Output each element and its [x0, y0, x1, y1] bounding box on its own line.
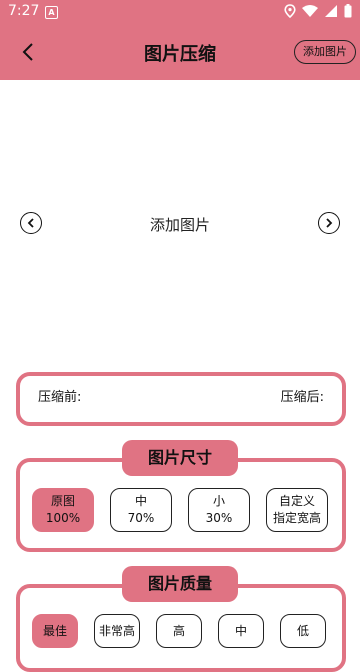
- after-size-label: 压缩后:: [280, 390, 324, 405]
- image-quality-title: 图片质量: [122, 566, 238, 602]
- quality-option-low[interactable]: 低: [280, 614, 326, 648]
- size-option-name: 中: [134, 494, 147, 508]
- status-time: 7:27: [8, 3, 40, 19]
- status-bar: 7:27 A: [0, 0, 360, 24]
- preview-placeholder-text: 添加图片: [149, 216, 210, 234]
- image-preview-area[interactable]: 添加图片: [0, 80, 360, 368]
- location-icon: [284, 4, 296, 18]
- image-size-title: 图片尺寸: [122, 440, 238, 476]
- size-option-value: 70%: [127, 511, 155, 525]
- size-option-small[interactable]: 小 30%: [188, 488, 250, 532]
- battery-icon: [344, 4, 352, 18]
- size-option-custom[interactable]: 自定义 指定宽高: [266, 488, 328, 532]
- size-option-name: 自定义: [278, 494, 315, 508]
- add-image-button[interactable]: 添加图片: [294, 40, 356, 64]
- quality-option-very-high[interactable]: 非常高: [94, 614, 140, 648]
- signal-icon: [325, 5, 337, 17]
- size-option-medium[interactable]: 中 70%: [110, 488, 172, 532]
- chevron-right-icon: [326, 218, 333, 228]
- quality-option-high[interactable]: 高: [156, 614, 202, 648]
- size-option-value: 100%: [45, 511, 81, 525]
- size-option-name: 小: [212, 494, 225, 508]
- wifi-icon: [302, 5, 318, 17]
- size-option-name: 原图: [50, 494, 75, 508]
- next-image-button[interactable]: [318, 212, 340, 234]
- quality-option-medium[interactable]: 中: [218, 614, 264, 648]
- before-size-label: 压缩前:: [38, 390, 82, 405]
- app-bar: 图片压缩 添加图片: [0, 24, 360, 80]
- size-compare-panel: 压缩前: 压缩后:: [16, 372, 346, 426]
- size-option-original[interactable]: 原图 100%: [32, 488, 94, 532]
- size-option-value: 30%: [205, 511, 233, 525]
- notification-a-icon: A: [45, 6, 58, 19]
- size-option-value: 指定宽高: [272, 511, 321, 525]
- quality-option-best[interactable]: 最佳: [32, 614, 78, 648]
